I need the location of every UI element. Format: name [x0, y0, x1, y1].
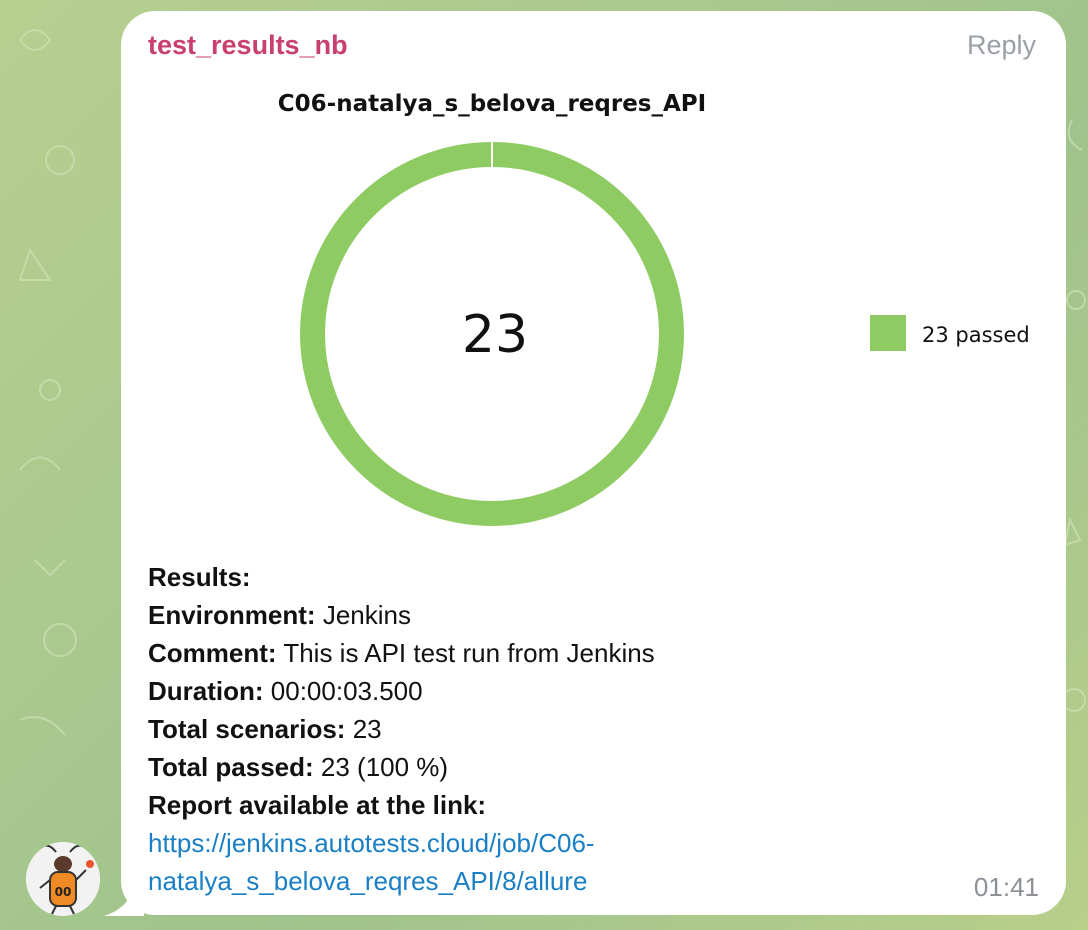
chart-title: C06-natalya_s_belova_reqres_API — [278, 91, 706, 117]
chart-center-label: 23 — [462, 305, 528, 365]
message-time: 01:41 — [973, 872, 1039, 902]
sender-avatar[interactable]: 00 — [26, 842, 100, 916]
legend-swatch-0 — [870, 315, 906, 351]
legend-label-0: 23 passed — [922, 323, 1030, 347]
cockroach-avatar-icon: 00 — [26, 842, 100, 916]
duration-row: Duration: 00:00:03.500 — [148, 676, 423, 706]
results-pie-chart[interactable]: C06-natalya_s_belova_reqres_API 23 23 pa… — [148, 80, 1040, 530]
report-link[interactable]: https://jenkins.autotests.cloud/job/C06-… — [148, 824, 1028, 900]
results-heading: Results: — [148, 562, 251, 592]
comment-row: Comment: This is API test run from Jenki… — [148, 638, 655, 668]
svg-text:00: 00 — [55, 885, 72, 899]
message-text: Results: Environment: Jenkins Comment: T… — [148, 558, 1028, 900]
total-scenarios-row: Total scenarios: 23 — [148, 714, 382, 744]
reply-button[interactable]: Reply — [967, 30, 1036, 61]
total-passed-row: Total passed: 23 (100 %) — [148, 752, 449, 782]
report-label: Report available at the link: — [148, 790, 487, 820]
sender-name[interactable]: test_results_nb — [148, 30, 348, 61]
environment-row: Environment: Jenkins — [148, 600, 411, 630]
